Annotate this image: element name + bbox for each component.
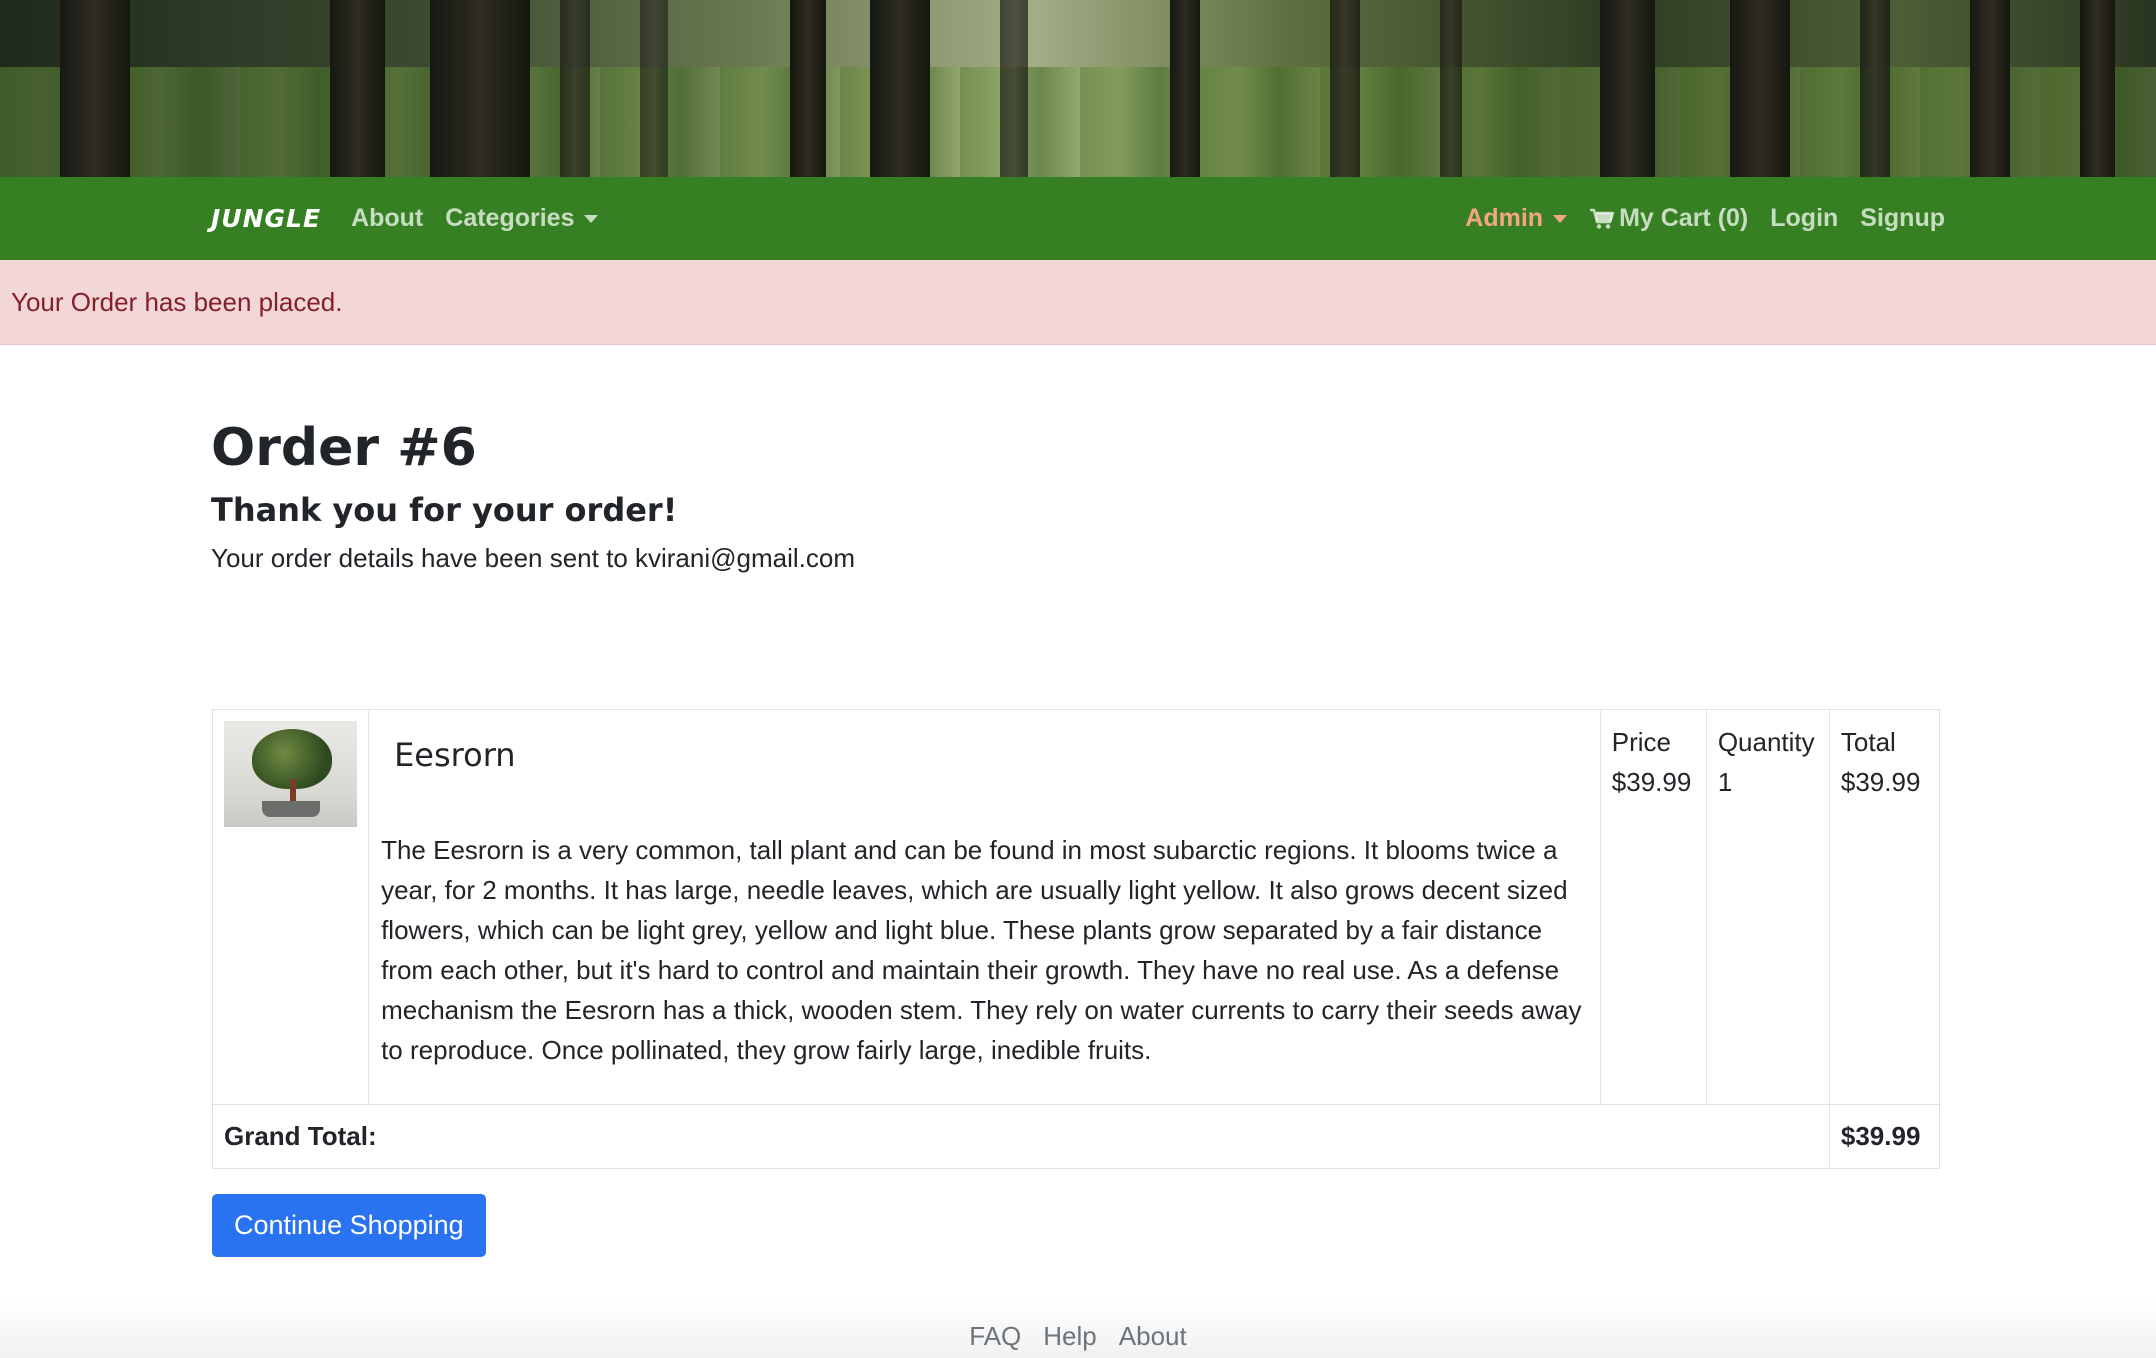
thank-you-heading: Thank you for your order!: [211, 491, 678, 530]
order-email-text: Your order details have been sent to kvi…: [211, 543, 855, 574]
grand-total-label: Grand Total:: [212, 1104, 1830, 1169]
quantity-cell: Quantity 1: [1705, 709, 1830, 1105]
quantity-value: 1: [1717, 767, 1733, 797]
footer-faq-link[interactable]: FAQ: [969, 1321, 1021, 1352]
product-name: Eesrorn: [394, 736, 516, 774]
footer: FAQ Help About: [0, 1300, 2156, 1358]
hero-banner-image: [0, 0, 2156, 177]
shopping-cart-icon: [1590, 208, 1615, 229]
footer-about-link[interactable]: About: [1119, 1321, 1187, 1352]
grand-total-row: Grand Total: $39.99: [212, 1104, 1941, 1169]
price-label: Price: [1611, 727, 1672, 757]
total-value: $39.99: [1840, 767, 1921, 797]
chevron-down-icon: [584, 214, 599, 223]
price-cell: Price $39.99: [1599, 709, 1707, 1105]
nav-right-group: Admin My Cart (0) Login Signup: [1443, 204, 1945, 233]
product-image-cell: [211, 709, 370, 1105]
nav-login-link[interactable]: Login: [1770, 204, 1838, 233]
nav-admin-dropdown[interactable]: Admin: [1465, 204, 1568, 233]
order-items-table: Eesrorn The Eesrorn is a very common, ta…: [211, 709, 1941, 1169]
product-description: The Eesrorn is a very common, tall plant…: [381, 835, 1582, 1065]
nav-cart-label: My Cart (0): [1619, 204, 1749, 232]
product-details-cell: Eesrorn The Eesrorn is a very common, ta…: [368, 709, 1601, 1105]
nav-categories-label: Categories: [445, 204, 575, 232]
price-value: $39.99: [1611, 767, 1692, 797]
footer-help-link[interactable]: Help: [1043, 1321, 1096, 1352]
total-label: Total: [1840, 727, 1896, 757]
nav-admin-label: Admin: [1465, 204, 1544, 232]
brand-logo[interactable]: JUNGLE: [211, 204, 321, 233]
order-placed-alert: Your Order has been placed.: [0, 260, 2156, 345]
product-image: [224, 721, 357, 827]
page-title: Order #6: [211, 418, 477, 478]
order-header: Order #6 Thank you for your order! Your …: [211, 418, 1941, 574]
navbar: JUNGLE About Categories Admin My Cart (0…: [0, 177, 2156, 260]
continue-shopping-button[interactable]: Continue Shopping: [212, 1194, 486, 1257]
alert-message: Your Order has been placed.: [11, 286, 343, 317]
nav-signup-link[interactable]: Signup: [1860, 204, 1945, 233]
total-cell: Total $39.99: [1828, 709, 1941, 1105]
nav-categories-dropdown[interactable]: Categories: [445, 204, 599, 233]
grand-total-value: $39.99: [1828, 1104, 1941, 1169]
table-row: Eesrorn The Eesrorn is a very common, ta…: [211, 709, 1941, 1105]
quantity-label: Quantity: [1717, 727, 1815, 757]
chevron-down-icon: [1553, 214, 1568, 223]
nav-cart-link[interactable]: My Cart (0): [1589, 204, 1748, 233]
nav-about-link[interactable]: About: [351, 204, 423, 233]
